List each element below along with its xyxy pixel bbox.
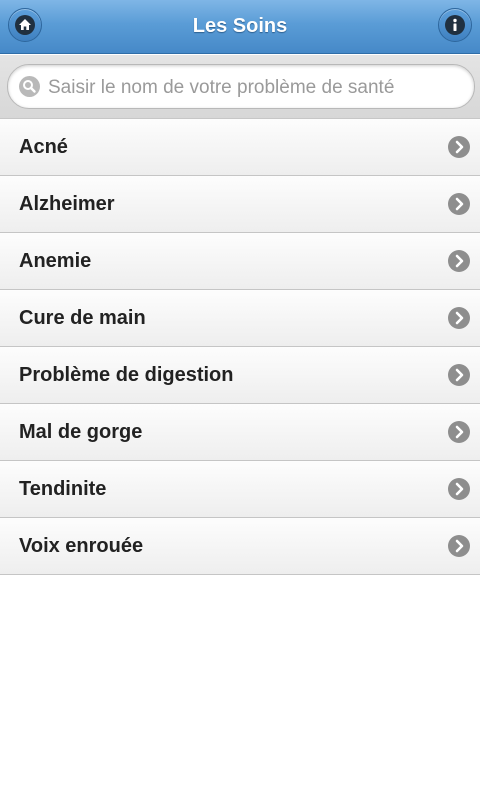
list-item-label: Alzheimer xyxy=(19,193,115,215)
list-item-anemie[interactable]: Anemie xyxy=(0,233,480,290)
chevron-right-icon xyxy=(448,421,470,443)
chevron-right-icon xyxy=(448,364,470,386)
list-item-label: Problème de digestion xyxy=(19,364,234,386)
list-item-label: Voix enrouée xyxy=(19,535,144,557)
list-item-acne[interactable]: Acné xyxy=(0,119,480,176)
search-icon xyxy=(19,76,40,97)
header-bar: Les Soins xyxy=(0,0,480,54)
search-bar xyxy=(0,55,480,119)
list-item-label: Mal de gorge xyxy=(19,421,143,443)
chevron-right-icon xyxy=(448,478,470,500)
search-field[interactable] xyxy=(7,64,475,109)
chevron-right-icon xyxy=(448,250,470,272)
page-title: Les Soins xyxy=(192,15,288,37)
list-item-voix-enrouee[interactable]: Voix enrouée xyxy=(0,518,480,575)
list-item-tendinite[interactable]: Tendinite xyxy=(0,461,480,518)
list-item-label: Cure de main xyxy=(19,307,146,329)
chevron-right-icon xyxy=(448,535,470,557)
chevron-right-icon xyxy=(448,307,470,329)
ailment-list: Acné Alzheimer Anemie Cure de main Probl… xyxy=(0,119,480,575)
list-item-mal-de-gorge[interactable]: Mal de gorge xyxy=(0,404,480,461)
list-item-label: Tendinite xyxy=(19,478,107,500)
search-input[interactable] xyxy=(46,71,470,105)
info-icon xyxy=(445,15,465,35)
list-item-label: Acné xyxy=(19,136,68,158)
chevron-right-icon xyxy=(448,193,470,215)
list-item-alzheimer[interactable]: Alzheimer xyxy=(0,176,480,233)
chevron-right-icon xyxy=(448,136,470,158)
list-item-cure-de-main[interactable]: Cure de main xyxy=(0,290,480,347)
list-item-label: Anemie xyxy=(19,250,92,272)
info-button[interactable] xyxy=(438,8,472,42)
list-item-probleme-digestion[interactable]: Problème de digestion xyxy=(0,347,480,404)
